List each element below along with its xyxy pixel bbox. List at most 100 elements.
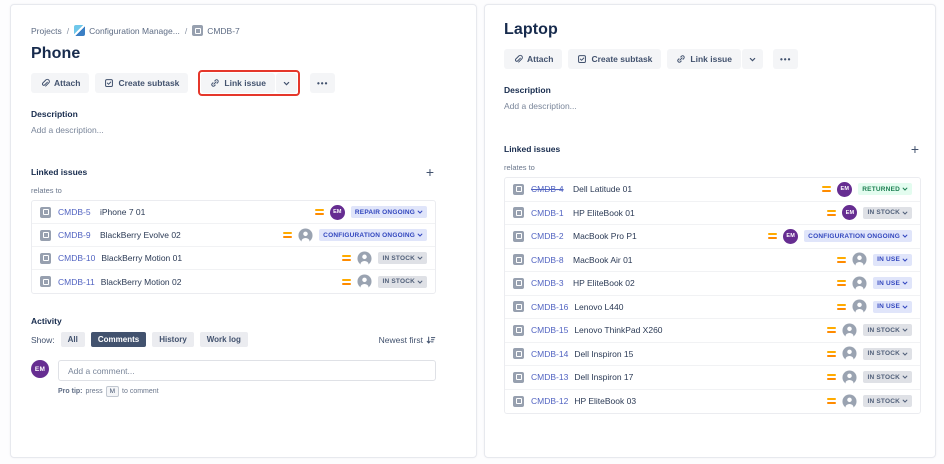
- chevron-down-icon: [749, 56, 756, 63]
- current-user-avatar: EM: [31, 360, 49, 378]
- relation-type-label: relates to: [31, 186, 436, 195]
- status-badge[interactable]: IN STOCK: [863, 371, 912, 383]
- status-badge[interactable]: REPAIR ONGOING: [351, 206, 427, 218]
- issue-title-link[interactable]: iPhone 7 01: [100, 207, 145, 217]
- issue-key-link[interactable]: CMDB-15: [531, 325, 568, 335]
- add-linked-issue-button[interactable]: +: [909, 142, 921, 156]
- issue-type-icon: [513, 301, 524, 312]
- create-subtask-button[interactable]: Create subtask: [568, 49, 661, 69]
- assignee-avatar-default: [842, 346, 857, 361]
- relation-type-label: relates to: [504, 163, 921, 172]
- attach-button[interactable]: Attach: [31, 73, 89, 93]
- chevron-down-icon: [283, 80, 290, 87]
- status-badge[interactable]: RETURNED: [858, 183, 912, 195]
- issue-key-link[interactable]: CMDB-3: [531, 278, 567, 288]
- issue-key-link[interactable]: CMDB-9: [58, 230, 94, 240]
- person-icon: [842, 370, 857, 385]
- description-placeholder[interactable]: Add a description...: [31, 125, 436, 135]
- status-badge[interactable]: IN USE: [873, 277, 912, 289]
- sort-order-label: Newest first: [379, 335, 423, 345]
- issue-title-link[interactable]: Lenovo ThinkPad X260: [574, 325, 662, 335]
- issue-title-link[interactable]: MacBook Air 01: [573, 255, 633, 265]
- issue-key-link[interactable]: CMDB-1: [531, 208, 567, 218]
- issue-type-icon: [513, 231, 524, 242]
- issue-key-link[interactable]: CMDB-13: [531, 372, 568, 382]
- chevron-down-icon: [417, 279, 423, 285]
- link-issue-dropdown-button[interactable]: [742, 49, 763, 69]
- attach-label: Attach: [54, 78, 80, 88]
- create-subtask-button[interactable]: Create subtask: [95, 73, 188, 93]
- issue-key-link[interactable]: CMDB-8: [531, 255, 567, 265]
- priority-medium-icon: [837, 257, 846, 263]
- link-issue-highlight-box: Link issue: [198, 70, 300, 96]
- add-linked-issue-button[interactable]: +: [424, 165, 436, 179]
- status-badge[interactable]: IN USE: [873, 254, 912, 266]
- status-badge[interactable]: IN STOCK: [863, 207, 912, 219]
- issue-title-link[interactable]: Lenovo L440: [574, 302, 623, 312]
- filter-history[interactable]: History: [152, 332, 194, 347]
- more-actions-button[interactable]: •••: [773, 49, 798, 69]
- issue-title-link[interactable]: HP EliteBook 01: [573, 208, 635, 218]
- toolbar: Attach Create subtask Link issue •••: [504, 46, 921, 72]
- issue-key-link[interactable]: CMDB-12: [531, 396, 568, 406]
- person-icon: [298, 228, 313, 243]
- more-actions-button[interactable]: •••: [310, 73, 335, 93]
- link-issue-label: Link issue: [224, 78, 266, 88]
- status-label: IN USE: [877, 280, 900, 287]
- sort-order-button[interactable]: Newest first: [379, 335, 436, 345]
- issue-type-icon: [40, 207, 51, 218]
- filter-comments[interactable]: Comments: [91, 332, 146, 347]
- issue-key-link[interactable]: CMDB-5: [58, 207, 94, 217]
- priority-medium-icon: [827, 327, 836, 333]
- status-badge[interactable]: IN USE: [873, 301, 912, 313]
- issue-key-link[interactable]: CMDB-11: [58, 277, 95, 287]
- issue-title-link[interactable]: BlackBerry Evolve 02: [100, 230, 181, 240]
- status-badge[interactable]: CONFIGURATION ONGOING: [804, 230, 912, 242]
- chevron-down-icon: [902, 327, 908, 333]
- linked-issue-row: CMDB-11 BlackBerry Motion 02 IN STOCK: [32, 270, 435, 293]
- issue-title-link[interactable]: BlackBerry Motion 01: [101, 253, 182, 263]
- issue-key-link-resolved[interactable]: CMDB-4: [531, 184, 567, 194]
- issue-title-link[interactable]: Dell Latitude 01: [573, 184, 632, 194]
- link-icon: [676, 54, 686, 64]
- filter-worklog[interactable]: Work log: [200, 332, 248, 347]
- issue-key-link[interactable]: CMDB-14: [531, 349, 568, 359]
- priority-medium-icon: [315, 209, 324, 215]
- issue-title-link[interactable]: BlackBerry Motion 02: [101, 277, 182, 287]
- status-badge[interactable]: IN STOCK: [863, 348, 912, 360]
- issue-key-link[interactable]: CMDB-10: [58, 253, 95, 263]
- breadcrumb-project-link[interactable]: Configuration Manage...: [74, 25, 180, 36]
- chevron-down-icon: [417, 209, 423, 215]
- linked-issue-row: CMDB-4 Dell Latitude 01 EM RETURNED: [505, 178, 920, 202]
- priority-medium-icon: [342, 255, 351, 261]
- link-issue-dropdown-button[interactable]: [276, 73, 297, 93]
- link-issue-button[interactable]: Link issue: [667, 49, 741, 69]
- filter-all[interactable]: All: [61, 332, 85, 347]
- breadcrumb: Projects / Configuration Manage... / CMD…: [31, 25, 436, 36]
- issue-title-link[interactable]: Dell Inspiron 15: [574, 349, 633, 359]
- status-badge[interactable]: IN STOCK: [863, 324, 912, 336]
- priority-medium-icon: [827, 374, 836, 380]
- person-icon: [357, 251, 372, 266]
- issue-type-icon: [513, 254, 524, 265]
- status-badge[interactable]: CONFIGURATION ONGOING: [319, 229, 427, 241]
- issue-key-link[interactable]: CMDB-16: [531, 302, 568, 312]
- issue-title-link[interactable]: HP EliteBook 02: [573, 278, 635, 288]
- issue-title-link[interactable]: HP EliteBook 03: [574, 396, 636, 406]
- attach-button[interactable]: Attach: [504, 49, 562, 69]
- issue-key-link[interactable]: CMDB-2: [531, 231, 567, 241]
- status-badge[interactable]: IN STOCK: [378, 276, 427, 288]
- status-badge[interactable]: IN STOCK: [378, 252, 427, 264]
- issue-type-icon: [40, 276, 51, 287]
- issue-title-link[interactable]: MacBook Pro P1: [573, 231, 637, 241]
- link-issue-button[interactable]: Link issue: [201, 73, 275, 93]
- breadcrumb-issue-link[interactable]: CMDB-7: [192, 25, 240, 36]
- person-icon: [842, 323, 857, 338]
- issue-title-link[interactable]: Dell Inspiron 17: [574, 372, 633, 382]
- breadcrumb-projects-link[interactable]: Projects: [31, 26, 62, 36]
- issue-type-icon: [513, 372, 524, 383]
- status-badge[interactable]: IN STOCK: [863, 395, 912, 407]
- description-placeholder[interactable]: Add a description...: [504, 101, 921, 111]
- comment-input[interactable]: [58, 360, 436, 381]
- assignee-avatar-default: [852, 276, 867, 291]
